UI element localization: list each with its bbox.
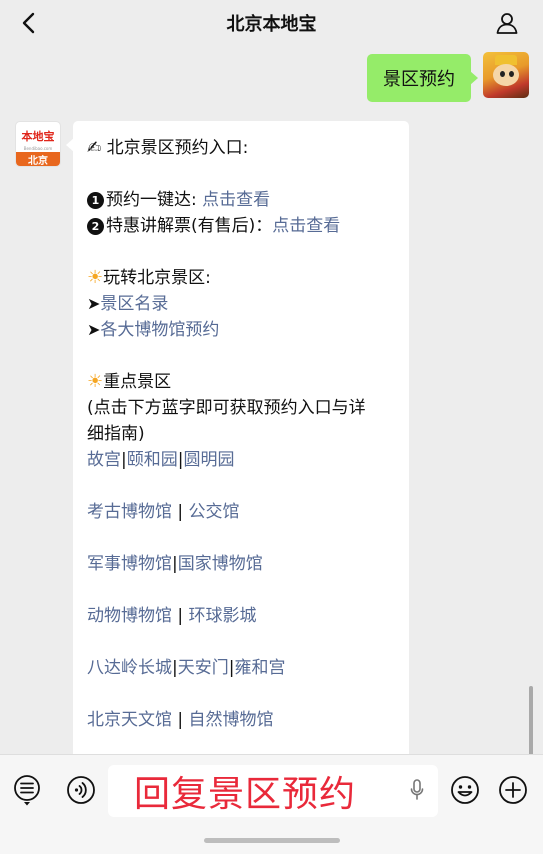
outgoing-message[interactable]: 景区预约 [367,54,478,102]
more-button[interactable] [496,773,530,807]
sun-icon: ☀ [87,371,104,392]
section-2-text: 重点景区 [103,372,172,392]
chat-area[interactable]: 景区预约 本地宝 Bendibao.com 北京 ✍ 北京景区预约入口: 1 预约… [0,46,543,754]
menu-list-icon [14,775,40,806]
intro-text: 北京景区预约入口: [106,138,249,158]
avatar-logo-text: 本地宝 [21,130,55,143]
arrow-right-icon: ➤ [87,320,101,339]
nav-header: 北京本地宝 [0,0,543,46]
avatar-city-tag: 北京 [16,152,60,166]
section-1-title: ☀玩转北京景区: [87,265,395,291]
separator: | [172,606,189,626]
voice-button[interactable] [64,773,98,807]
attraction-group-1: 故宫|颐和园|圆明园 [87,447,395,473]
item-2-link[interactable]: 点击查看 [272,216,340,236]
number-1-icon: 1 [87,192,104,209]
directory-link[interactable]: 景区名录 [100,294,168,314]
back-button[interactable] [14,8,44,38]
chevron-left-icon [22,12,35,34]
chat-scrollbar[interactable] [529,686,533,754]
menu-button[interactable] [10,773,44,807]
attraction-group-3: 军事博物馆|国家博物馆 [87,551,395,577]
attraction-link[interactable]: 雍和宫 [234,658,285,678]
smiley-icon [451,776,479,804]
separator: | [172,502,189,522]
input-bar: 回复景区预约 [0,754,543,854]
museums-link[interactable]: 各大博物馆预约 [100,320,219,340]
separator: | [172,710,189,730]
attraction-link[interactable]: 环球影城 [189,606,257,626]
museums-line: ➤各大博物馆预约 [87,317,395,343]
avatar-eye [509,71,514,77]
intro-line: ✍ 北京景区预约入口: [87,135,395,161]
attraction-link[interactable]: 自然博物馆 [189,710,274,730]
home-indicator[interactable] [204,838,340,843]
emoji-button[interactable] [448,773,482,807]
item-1-label: 预约一键达: [106,190,197,210]
item-1: 1 预约一键达: 点击查看 [87,187,395,213]
section-2-title: ☀重点景区 [87,369,395,395]
outgoing-message-text: 景区预约 [383,69,455,90]
microphone-icon [410,779,424,800]
item-2: 2 特惠讲解票(有售后)：点击查看 [87,213,395,239]
section-1-text: 玩转北京景区: [103,268,211,288]
item-1-link[interactable]: 点击查看 [202,190,270,210]
avatar-face [493,64,519,86]
attraction-link[interactable]: 动物博物馆 [87,606,172,626]
attraction-link[interactable]: 八达岭长城 [87,658,172,678]
directory-line: ➤景区名录 [87,291,395,317]
attraction-group-6: 北京天文馆 | 自然博物馆 [87,707,395,733]
attraction-link[interactable]: 公交馆 [189,502,240,522]
profile-button[interactable] [491,7,523,39]
attraction-group-4: 动物博物馆 | 环球影城 [87,603,395,629]
attraction-link[interactable]: 故宫 [87,450,121,470]
plus-icon [499,776,527,804]
attraction-link[interactable]: 考古博物馆 [87,502,172,522]
sun-icon: ☀ [87,267,104,288]
attraction-link[interactable]: 颐和园 [127,450,178,470]
item-2-label: 特惠讲解票(有售后)： [106,216,273,236]
person-icon [496,13,518,34]
self-avatar[interactable] [483,52,529,98]
writing-hand-icon: ✍ [87,138,102,158]
attraction-link[interactable]: 国家博物馆 [178,554,263,574]
voice-icon [67,776,95,804]
attraction-link[interactable]: 军事博物馆 [87,554,172,574]
attraction-link[interactable]: 北京天文馆 [87,710,172,730]
number-2-icon: 2 [87,218,104,235]
message-input[interactable]: 回复景区预约 [108,765,438,817]
attraction-group-2: 考古博物馆 | 公交馆 [87,499,395,525]
chat-title: 北京本地宝 [226,14,317,35]
mic-button[interactable] [406,773,428,807]
bot-avatar[interactable]: 本地宝 Bendibao.com 北京 [15,121,61,167]
arrow-right-icon: ➤ [87,294,101,313]
note-line-2: 细指南) [87,424,145,444]
attraction-group-5: 八达岭长城|天安门|雍和宫 [87,655,395,681]
attraction-link[interactable]: 天安门 [178,658,229,678]
attraction-link[interactable]: 圆明园 [183,450,234,470]
incoming-message: ✍ 北京景区预约入口: 1 预约一键达: 点击查看 2 特惠讲解票(有售后)：点击查… [66,121,409,754]
note-line-1: (点击下方蓝字即可获取预约入口与详 [87,398,366,418]
avatar-eye [500,71,505,77]
